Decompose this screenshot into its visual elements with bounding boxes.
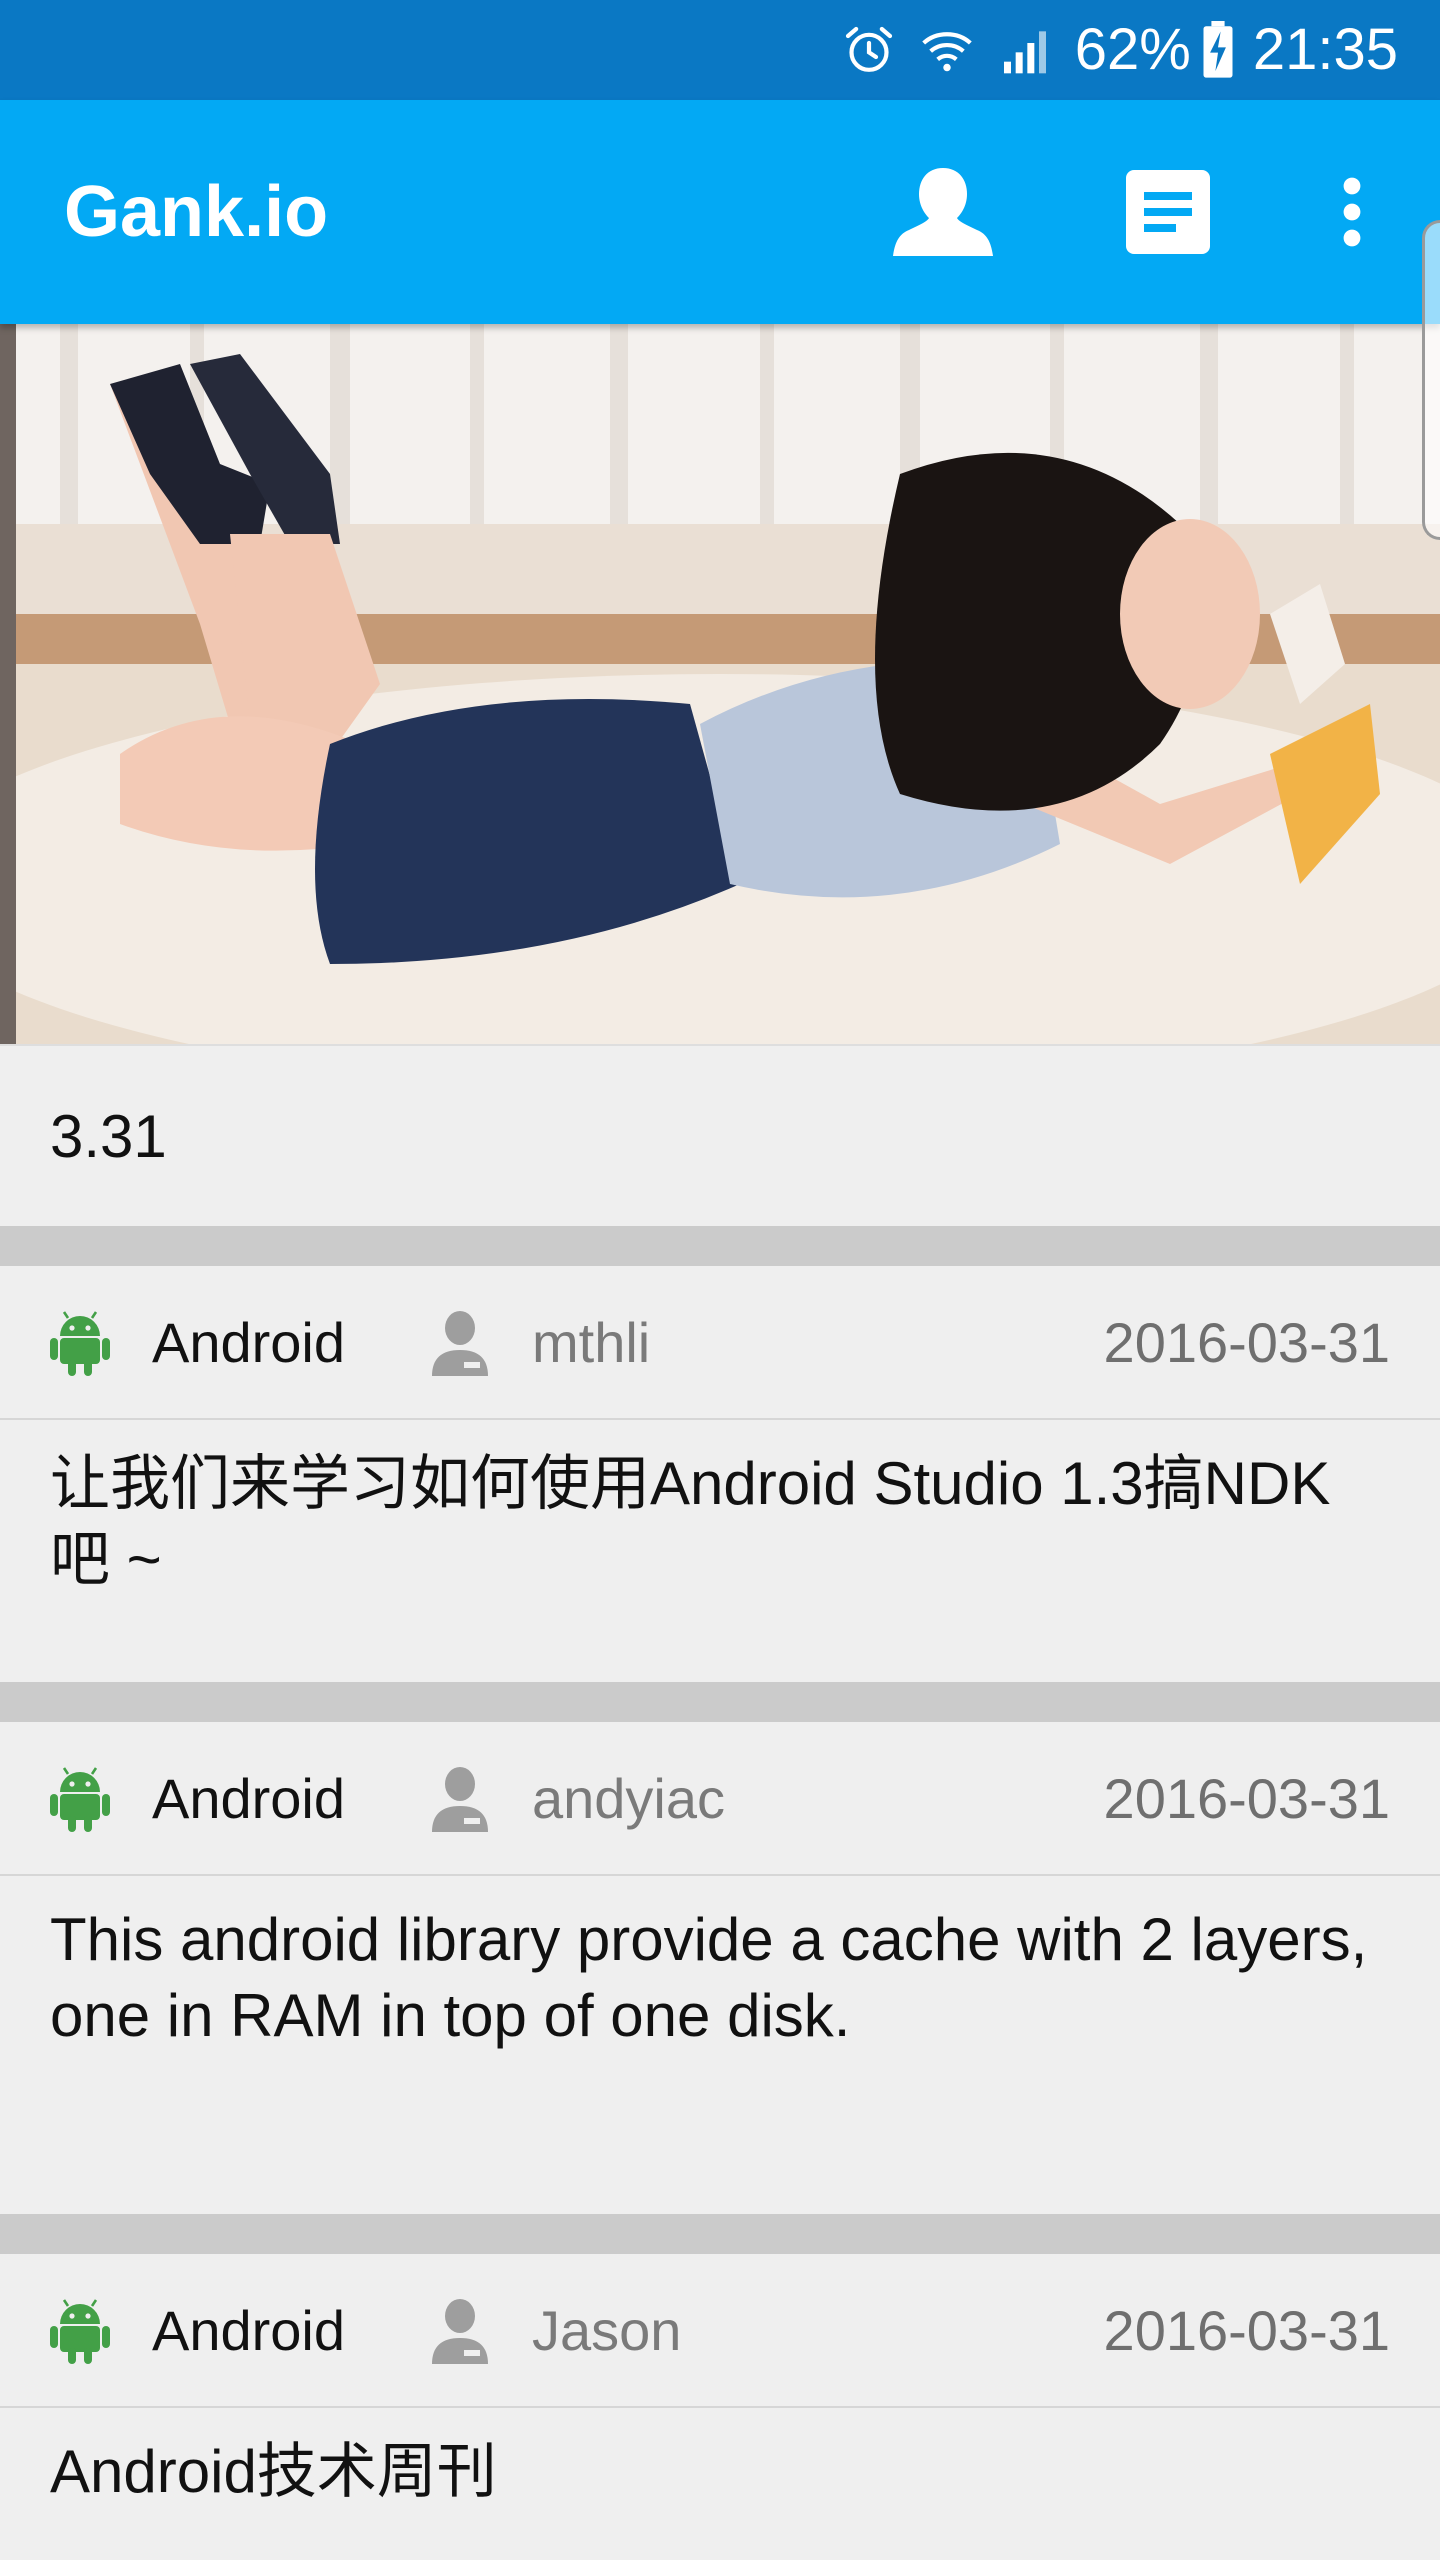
- list-item[interactable]: Android mthli 2016-03-31 让我们来学习如何使用Andro…: [0, 1266, 1440, 1682]
- item-description[interactable]: 让我们来学习如何使用Android Studio 1.3搞NDK吧 ~: [50, 1446, 1390, 1598]
- android-icon: [50, 1311, 110, 1376]
- hero-image[interactable]: [0, 324, 1440, 1044]
- item-meta-row: Android Jason 2016-03-31: [0, 2254, 1440, 2408]
- date-header: 3.31: [50, 1103, 167, 1170]
- notes-icon: [1126, 170, 1210, 254]
- more-vert-icon: [1343, 177, 1361, 247]
- list-item[interactable]: Android andyiac 2016-03-31 This android …: [0, 1722, 1440, 2214]
- clock: 21:35: [1252, 17, 1398, 82]
- item-description[interactable]: Android技术周刊: [50, 2434, 1390, 2510]
- edge-panel-handle[interactable]: [1422, 220, 1440, 540]
- item-date: 2016-03-31: [1103, 1767, 1390, 1830]
- item-date: 2016-03-31: [1103, 1311, 1390, 1374]
- person-icon: [893, 168, 993, 256]
- status-bar: 62% 21:35: [0, 0, 1440, 100]
- author-icon: [432, 1311, 488, 1376]
- overflow-menu-button[interactable]: [1296, 156, 1408, 268]
- hero-photo: [0, 324, 1440, 1044]
- date-header-card: 3.31: [0, 1044, 1440, 1226]
- app-bar: Gank.io: [0, 100, 1440, 324]
- item-meta-row: Android mthli 2016-03-31: [0, 1266, 1440, 1420]
- notes-button[interactable]: [1112, 156, 1224, 268]
- item-meta-row: Android andyiac 2016-03-31: [0, 1722, 1440, 1876]
- item-description[interactable]: This android library provide a cache wit…: [50, 1902, 1390, 2054]
- item-author: andyiac: [532, 1767, 726, 1830]
- list-item[interactable]: Android Jason 2016-03-31 Android技术周刊: [0, 2254, 1440, 2560]
- android-icon: [50, 1767, 110, 1832]
- item-author: mthli: [532, 1311, 651, 1374]
- signal-icon: [1003, 31, 1046, 74]
- battery-percent: 62%: [1074, 17, 1191, 82]
- item-author: Jason: [532, 2299, 682, 2362]
- battery-charging-icon: [1203, 21, 1233, 78]
- alarm-icon: [845, 26, 892, 72]
- wifi-icon: [922, 32, 972, 72]
- author-icon: [432, 2299, 488, 2364]
- divider: [0, 1682, 1440, 1722]
- item-type: Android: [152, 2299, 346, 2362]
- item-type: Android: [152, 1311, 346, 1374]
- divider: [0, 1226, 1440, 1266]
- android-icon: [50, 2299, 110, 2364]
- divider: [0, 2214, 1440, 2254]
- app-title: Gank.io: [64, 172, 329, 252]
- author-icon: [432, 1767, 488, 1832]
- profile-button[interactable]: [887, 156, 999, 268]
- item-date: 2016-03-31: [1103, 2299, 1390, 2362]
- item-type: Android: [152, 1767, 346, 1830]
